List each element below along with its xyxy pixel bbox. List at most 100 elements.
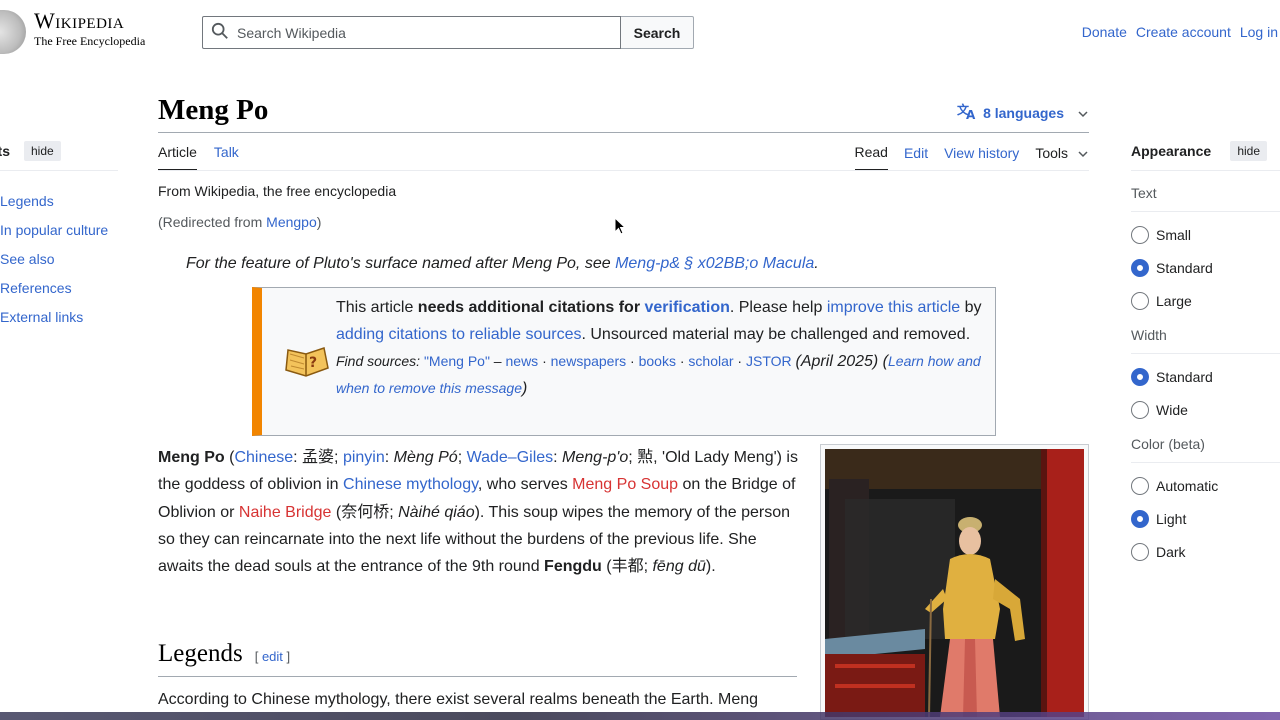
improve-article-link[interactable]: improve this article bbox=[827, 299, 960, 316]
table-of-contents: Contents hide Legends In popular culture… bbox=[0, 140, 118, 338]
width-options: Standard Wide bbox=[1131, 360, 1280, 426]
radio-button-selected[interactable] bbox=[1131, 367, 1149, 386]
radio-width-wide[interactable]: Wide bbox=[1131, 393, 1280, 426]
chinese-mythology-link[interactable]: Chinese mythology bbox=[343, 476, 478, 493]
pinyin-link[interactable]: pinyin bbox=[343, 449, 385, 466]
lead-paragraph: Meng Po (Chinese: 孟婆; pinyin: Mèng Pó; W… bbox=[158, 449, 798, 576]
source-link-meng-po[interactable]: "Meng Po" bbox=[424, 353, 490, 369]
citation-notice: ? This article needs additional citation… bbox=[252, 287, 996, 436]
appearance-panel: Appearance hide Text Small Standard Larg… bbox=[1131, 140, 1280, 568]
search-input[interactable] bbox=[237, 24, 597, 41]
radio-text-large[interactable]: Large bbox=[1131, 284, 1280, 317]
login-link[interactable]: Log in bbox=[1240, 24, 1278, 40]
logo-tagline: The Free Encyclopedia bbox=[34, 34, 146, 48]
infobox-image[interactable] bbox=[820, 444, 1089, 720]
personal-tools: Donate Create account Log in bbox=[1082, 24, 1278, 40]
toc-item-references[interactable]: References bbox=[0, 280, 72, 296]
radio-button-selected[interactable] bbox=[1131, 258, 1149, 277]
divider bbox=[1131, 462, 1280, 463]
toc-item-legends[interactable]: Legends bbox=[0, 193, 54, 209]
source-link-jstor[interactable]: JSTOR bbox=[746, 353, 792, 369]
site-tagline: From Wikipedia, the free encyclopedia bbox=[158, 183, 397, 199]
divider bbox=[0, 170, 118, 171]
toc-item-see-also[interactable]: See also bbox=[0, 251, 54, 267]
tab-article[interactable]: Article bbox=[158, 144, 197, 171]
svg-text:A: A bbox=[966, 108, 976, 120]
source-link-newspapers[interactable]: newspapers bbox=[551, 353, 627, 369]
radio-button-selected[interactable] bbox=[1131, 509, 1149, 528]
tab-edit[interactable]: Edit bbox=[904, 145, 928, 170]
tab-talk[interactable]: Talk bbox=[214, 144, 239, 171]
toc-item-popular-culture[interactable]: In popular culture bbox=[0, 222, 108, 238]
hatnote: For the feature of Pluto's surface named… bbox=[186, 255, 819, 272]
radio-color-automatic[interactable]: Automatic bbox=[1131, 469, 1280, 502]
radio-color-dark[interactable]: Dark bbox=[1131, 535, 1280, 568]
source-link-books[interactable]: books bbox=[639, 353, 676, 369]
redirect-link[interactable]: Mengpo bbox=[266, 214, 317, 230]
logo-wordmark: Wikipedia bbox=[34, 8, 125, 33]
search-field[interactable] bbox=[202, 16, 621, 49]
video-overlay-strip bbox=[0, 712, 1280, 720]
wade-giles-link[interactable]: Wade–Giles bbox=[467, 449, 554, 466]
view-tabs: Read Edit View history Tools bbox=[854, 144, 1089, 171]
radio-text-small[interactable]: Small bbox=[1131, 218, 1280, 251]
svg-text:?: ? bbox=[309, 355, 317, 371]
verification-link[interactable]: verification bbox=[645, 299, 730, 316]
toc-item-external-links[interactable]: External links bbox=[0, 309, 83, 325]
divider bbox=[158, 676, 797, 677]
search-button[interactable]: Search bbox=[621, 16, 694, 49]
namespace-tabs: Article Talk bbox=[158, 144, 239, 171]
radio-button[interactable] bbox=[1131, 476, 1149, 495]
naihe-bridge-link[interactable]: Naihe Bridge bbox=[239, 504, 332, 521]
section-paragraph: According to Chinese mythology, there ex… bbox=[158, 691, 759, 708]
search-icon bbox=[211, 22, 229, 43]
adding-citations-link[interactable]: adding citations to reliable sources bbox=[336, 326, 581, 343]
mouse-cursor-icon bbox=[614, 216, 627, 238]
divider bbox=[1131, 170, 1280, 171]
create-account-link[interactable]: Create account bbox=[1136, 24, 1231, 40]
color-label: Color (beta) bbox=[1131, 436, 1205, 452]
divider bbox=[158, 170, 1089, 171]
toc-hide-button[interactable]: hide bbox=[24, 141, 61, 161]
appearance-hide-button[interactable]: hide bbox=[1230, 141, 1267, 161]
chevron-down-icon bbox=[1078, 105, 1088, 121]
toc-title: Contents bbox=[0, 143, 10, 159]
color-options: Automatic Light Dark bbox=[1131, 469, 1280, 568]
meng-po-statue-image bbox=[825, 449, 1084, 718]
globe-icon bbox=[0, 10, 26, 54]
radio-button[interactable] bbox=[1131, 291, 1149, 310]
chinese-link[interactable]: Chinese bbox=[234, 449, 293, 466]
section-edit: [ edit ] bbox=[254, 649, 291, 664]
wikipedia-logo[interactable]: Wikipedia The Free Encyclopedia bbox=[0, 8, 145, 54]
search-form: Search bbox=[202, 16, 694, 49]
radio-width-standard[interactable]: Standard bbox=[1131, 360, 1280, 393]
section-edit-link[interactable]: edit bbox=[262, 649, 283, 664]
text-size-label: Text bbox=[1131, 185, 1157, 201]
radio-color-light[interactable]: Light bbox=[1131, 502, 1280, 535]
section-title: Legends bbox=[158, 640, 243, 667]
donate-link[interactable]: Donate bbox=[1082, 24, 1127, 40]
redirect-notice: (Redirected from Mengpo) bbox=[158, 214, 322, 230]
language-button[interactable]: 文A 8 languages bbox=[957, 102, 1088, 123]
radio-text-standard[interactable]: Standard bbox=[1131, 251, 1280, 284]
text-size-options: Small Standard Large bbox=[1131, 218, 1280, 317]
tools-menu[interactable]: Tools bbox=[1035, 145, 1088, 170]
radio-button[interactable] bbox=[1131, 400, 1149, 419]
radio-button[interactable] bbox=[1131, 225, 1149, 244]
source-link-news[interactable]: news bbox=[506, 353, 539, 369]
tools-label: Tools bbox=[1035, 145, 1068, 161]
divider bbox=[1131, 353, 1280, 354]
tab-read[interactable]: Read bbox=[854, 144, 888, 171]
source-link-scholar[interactable]: scholar bbox=[688, 353, 733, 369]
radio-button[interactable] bbox=[1131, 542, 1149, 561]
width-label: Width bbox=[1131, 327, 1167, 343]
translate-icon: 文A bbox=[957, 102, 977, 123]
chevron-down-icon bbox=[1078, 145, 1088, 161]
divider bbox=[1131, 211, 1280, 212]
meng-po-soup-link[interactable]: Meng Po Soup bbox=[572, 476, 678, 493]
page-title: Meng Po bbox=[158, 94, 269, 126]
section-heading-legends: Legends [ edit ] bbox=[158, 640, 290, 668]
hatnote-link[interactable]: Meng-p& § x02BB;o Macula bbox=[615, 255, 814, 272]
appearance-title: Appearance bbox=[1131, 143, 1212, 159]
tab-view-history[interactable]: View history bbox=[944, 145, 1019, 170]
